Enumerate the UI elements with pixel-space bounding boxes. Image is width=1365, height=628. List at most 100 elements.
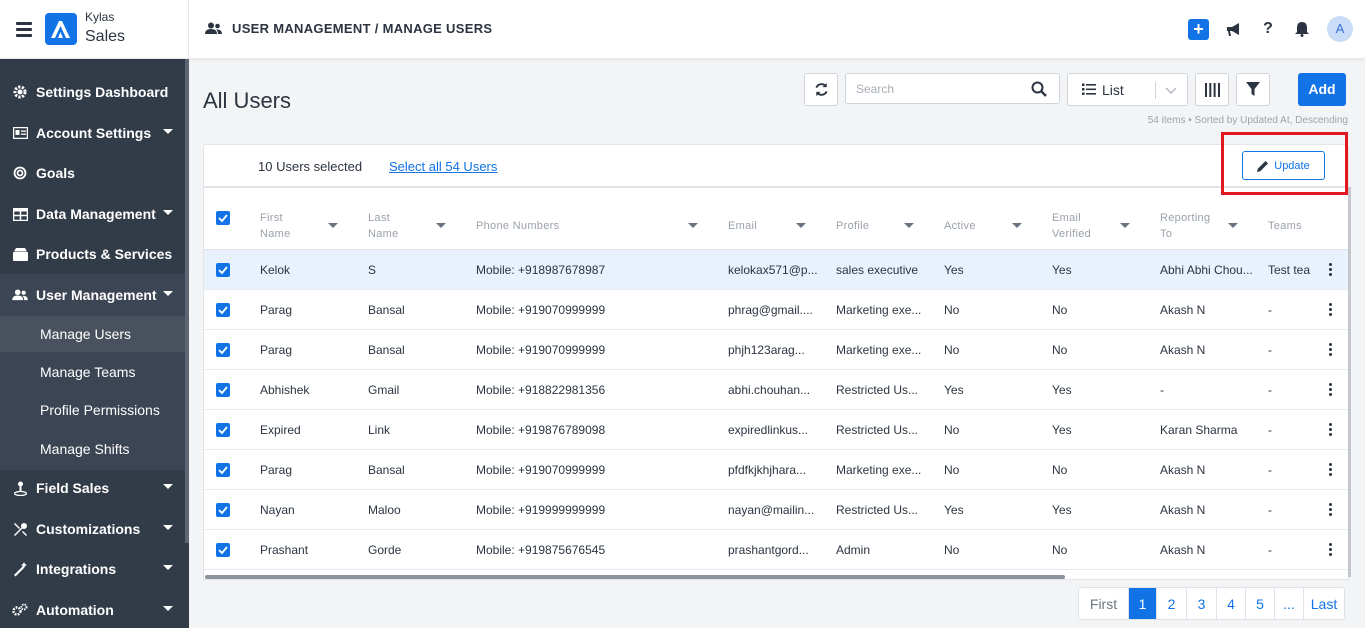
sidebar-item-label: Account Settings — [36, 125, 152, 141]
column-header-phone-numbers[interactable]: Phone Numbers — [476, 218, 559, 234]
column-header-active[interactable]: Active — [944, 218, 976, 234]
cogs-icon — [12, 602, 28, 618]
chevron-down-icon — [163, 565, 173, 570]
column-header-profile[interactable]: Profile — [836, 218, 869, 234]
sort-caret-icon[interactable] — [436, 223, 446, 228]
megaphone-icon[interactable] — [1225, 19, 1243, 39]
sidebar-subitem-manage-users[interactable]: Manage Users — [0, 316, 185, 352]
cell-email-verified: No — [1052, 343, 1068, 357]
help-icon[interactable]: ? — [1259, 19, 1277, 39]
column-header-email[interactable]: Email — [728, 218, 757, 234]
row-actions-kebab-icon[interactable] — [1329, 463, 1333, 477]
sort-caret-icon[interactable] — [904, 223, 914, 228]
table-horizontal-scrollbar[interactable] — [205, 575, 1065, 579]
table-row[interactable]: Prashant Gorde Mobile: +919875676545 prasha… — [204, 530, 1348, 570]
search-input[interactable] — [856, 82, 1026, 96]
sidebar-item-automation[interactable]: Automation — [0, 591, 185, 628]
sort-caret-icon[interactable] — [796, 223, 806, 228]
row-actions-kebab-icon[interactable] — [1329, 503, 1333, 517]
sidebar-item-data-management[interactable]: Data Management — [0, 195, 185, 233]
cell-first-name: Parag — [260, 343, 293, 357]
table-row[interactable]: Expired Link Mobile: +919876789098 expiredl… — [204, 410, 1348, 450]
column-header-reporting-to[interactable]: Reporting To — [1160, 210, 1210, 242]
columns-button[interactable] — [1195, 73, 1229, 106]
select-divider — [1155, 82, 1156, 99]
sidebar-item-integrations[interactable]: Integrations — [0, 550, 185, 588]
table-row[interactable]: Kelok S Mobile: +918987678987 kelokax571@p.… — [204, 250, 1348, 290]
pagination-last[interactable]: Last — [1304, 588, 1344, 619]
sidebar-item-field-sales[interactable]: Field Sales — [0, 469, 185, 507]
sidebar-subitem-profile-permissions[interactable]: Profile Permissions — [0, 392, 185, 428]
search-field[interactable] — [845, 73, 1060, 104]
top-icons: + ? A — [1188, 16, 1353, 42]
sidebar-item-settings-dashboard[interactable]: Settings Dashboard — [0, 73, 185, 111]
row-checkbox[interactable] — [216, 303, 230, 317]
cell-reporting-to: Akash N — [1160, 543, 1206, 557]
bell-icon[interactable] — [1293, 19, 1311, 39]
sidebar-item-customizations[interactable]: Customizations — [0, 510, 185, 548]
sidebar-item-label: Customizations — [36, 521, 141, 537]
sort-caret-icon[interactable] — [688, 223, 698, 228]
sidebar-subitem-manage-teams[interactable]: Manage Teams — [0, 354, 185, 390]
row-actions-kebab-icon[interactable] — [1329, 543, 1333, 557]
sidebar-item-label: Data Management — [36, 206, 156, 222]
sort-caret-icon[interactable] — [328, 223, 338, 228]
row-actions-kebab-icon[interactable] — [1329, 423, 1333, 437]
table-row[interactable]: Nayan Maloo Mobile: +919999999999 nayan@mai… — [204, 490, 1348, 530]
row-checkbox[interactable] — [216, 463, 230, 477]
brand-area: Kylas Sales — [0, 0, 189, 59]
sidebar-item-account-settings[interactable]: Account Settings — [0, 114, 185, 152]
table-row[interactable]: Abhishek Gmail Mobile: +918822981356 abhi.c… — [204, 370, 1348, 410]
pagination-5[interactable]: 5 — [1246, 588, 1275, 619]
sidebar-item-user-management[interactable]: User Management — [0, 276, 185, 314]
row-checkbox[interactable] — [216, 543, 230, 557]
cell-active: No — [944, 343, 960, 357]
table-row[interactable]: Parag Bansal Mobile: +919070999999 phrag@gm… — [204, 290, 1348, 330]
row-checkbox[interactable] — [216, 343, 230, 357]
pagination-3[interactable]: 3 — [1187, 588, 1217, 619]
row-actions-kebab-icon[interactable] — [1329, 343, 1333, 357]
pagination-first[interactable]: First — [1079, 588, 1129, 619]
select-all-checkbox[interactable] — [216, 211, 230, 225]
row-checkbox[interactable] — [216, 503, 230, 517]
column-header-teams[interactable]: Teams — [1268, 218, 1302, 234]
sidebar-scrollbar[interactable] — [185, 59, 189, 543]
row-checkbox[interactable] — [216, 263, 230, 277]
filter-button[interactable] — [1236, 73, 1270, 106]
pagination-4[interactable]: 4 — [1217, 588, 1246, 619]
hamburger-menu-icon[interactable] — [16, 22, 32, 37]
sidebar-item-goals[interactable]: Goals — [0, 154, 185, 192]
sort-caret-icon[interactable] — [1228, 223, 1238, 228]
column-header-email-verified[interactable]: Email Verified — [1052, 210, 1091, 242]
add-user-button[interactable]: Add — [1298, 73, 1346, 106]
row-checkbox[interactable] — [216, 383, 230, 397]
select-all-link[interactable]: Select all 54 Users — [389, 159, 497, 174]
quick-add-plus-icon[interactable]: + — [1188, 18, 1209, 40]
cell-email: phjh123arag... — [728, 343, 805, 357]
cell-active: Yes — [944, 503, 964, 517]
row-actions-kebab-icon[interactable] — [1329, 303, 1333, 317]
column-header-first-name[interactable]: First Name — [260, 210, 291, 242]
sidebar-item-label: User Management — [36, 287, 157, 303]
search-icon[interactable] — [1031, 81, 1047, 97]
column-header-last-name[interactable]: Last Name — [368, 210, 399, 242]
row-checkbox[interactable] — [216, 423, 230, 437]
sidebar-item-products-services[interactable]: Products & Services — [0, 235, 185, 273]
row-actions-kebab-icon[interactable] — [1329, 263, 1333, 277]
table-row[interactable]: Parag Bansal Mobile: +919070999999 phjh123a… — [204, 330, 1348, 370]
user-avatar[interactable]: A — [1327, 16, 1353, 42]
row-actions-kebab-icon[interactable] — [1329, 383, 1333, 397]
pagination-1[interactable]: 1 — [1129, 588, 1157, 619]
sort-caret-icon[interactable] — [1120, 223, 1130, 228]
sidebar-subitem-manage-shifts[interactable]: Manage Shifts — [0, 431, 185, 467]
refresh-button[interactable] — [804, 73, 838, 106]
cell-email: prashantgord... — [728, 543, 809, 557]
table-vertical-scrollbar[interactable] — [1348, 187, 1351, 577]
sort-caret-icon[interactable] — [1012, 223, 1022, 228]
cell-first-name: Prashant — [260, 543, 309, 557]
pagination-2[interactable]: 2 — [1157, 588, 1187, 619]
table-row[interactable]: Parag Bansal Mobile: +919070999999 pfdfkjkh… — [204, 450, 1348, 490]
cell-active: Yes — [944, 263, 964, 277]
view-type-select[interactable]: List — [1067, 73, 1188, 106]
magic-icon — [12, 561, 28, 577]
